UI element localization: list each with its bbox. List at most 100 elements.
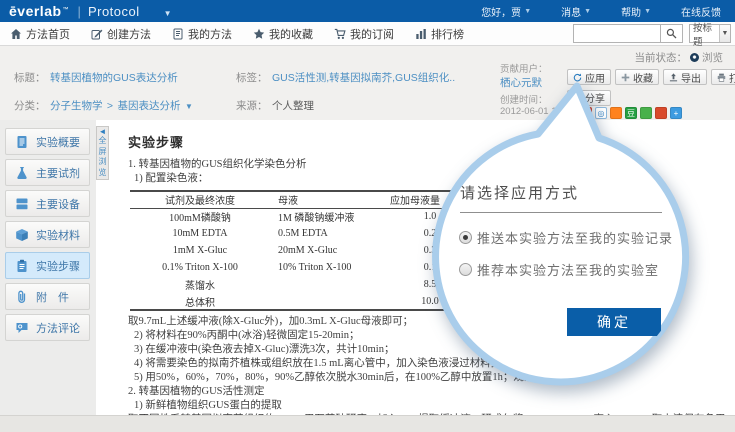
popup-title: 请选择应用方式 [460, 182, 579, 203]
logo-dropdown-icon[interactable]: ▼ [164, 9, 172, 18]
social-share-icons: ◎ 豆 + [565, 107, 682, 119]
category-child-link[interactable]: 基因表达分析 [118, 100, 181, 112]
sidebar-item-comments[interactable]: 方法评论 [5, 314, 90, 341]
favorite-button[interactable]: 收藏 [615, 69, 659, 85]
search-button[interactable] [661, 24, 683, 43]
contributor-block: 贡献用户： 栖心元默 [500, 61, 548, 90]
menu-item-star[interactable]: 我的收藏 [253, 26, 313, 42]
menu-item-subscribe[interactable]: 我的订阅 [334, 26, 394, 42]
reagent-table: 试剂及最终浓度母液应加母液量（mL）100mM磷酸钠1M 磷酸钠缓冲液1.010… [130, 190, 478, 311]
apply-option-2[interactable]: 推荐本实验方法至我的实验室 [459, 260, 659, 279]
app-logo[interactable]: ēverlab ™ | Protocol ▼ [0, 3, 172, 19]
search-input[interactable] [573, 24, 661, 43]
sidebar-item-summary-doc[interactable]: 实验概要 [5, 128, 90, 155]
confirm-button[interactable]: 确定 [567, 308, 661, 336]
menu-item-ranking[interactable]: 排行榜 [415, 26, 464, 42]
search-filter-value: 按标题 [690, 20, 719, 48]
apply-button[interactable]: 应用 [567, 69, 611, 85]
option-label: 推荐本实验方法至我的实验室 [477, 260, 659, 279]
top-nav-item-3[interactable]: 在线反馈 [681, 4, 721, 19]
apply-option-1[interactable]: 推送本实验方法至我的实验记录 [459, 228, 673, 247]
step-paragraph: 2. 转基因植物的GUS活性测定 [128, 385, 725, 399]
table-row: 0.1% Triton X-10010% Triton X-1000.1 [130, 259, 478, 276]
sidebar-item-label: 实验材料 [36, 227, 80, 243]
menu-item-label: 排行榜 [431, 26, 464, 42]
sidebar-item-steps-clipboard[interactable]: 实验步骤 [5, 252, 90, 279]
protocol-title-link[interactable]: 转基因植物的GUS表达分析 [50, 72, 178, 84]
sidebar-item-equipment[interactable]: 主要设备 [5, 190, 90, 217]
sidebar-item-flask[interactable]: 主要试剂 [5, 159, 90, 186]
qzone-icon[interactable]: ◎ [595, 107, 607, 119]
menu-item-label: 创建方法 [107, 26, 151, 42]
export-label: 导出 [681, 70, 701, 85]
weibo-icon[interactable] [580, 107, 592, 119]
douban-icon[interactable]: 豆 [625, 107, 637, 119]
category-parent-link[interactable]: 分子生物学 [50, 100, 103, 112]
menu-item-label: 我的方法 [188, 26, 232, 42]
equipment-icon [15, 197, 29, 211]
menu-item-label: 我的订阅 [350, 26, 394, 42]
sidebar-item-attachment-clip[interactable]: 附 件 [5, 283, 90, 310]
category-expand-icon[interactable]: ▼ [185, 102, 193, 111]
browse-mode-icon [690, 53, 699, 62]
materials-box-icon [15, 228, 29, 242]
protocol-meta: 当前状态： 浏览 标题： 转基因植物的GUS表达分析 标签： GUS活性测,转基… [0, 46, 735, 120]
menu-item-home[interactable]: 方法首页 [10, 26, 70, 42]
sidebar-item-label: 实验概要 [36, 134, 80, 150]
contributor-link[interactable]: 栖心元默 [500, 75, 548, 90]
logo-divider: | [78, 4, 81, 19]
my-methods-icon [172, 28, 184, 40]
table-cell [270, 293, 382, 310]
sidebar-item-materials-box[interactable]: 实验材料 [5, 221, 90, 248]
more-share-icon[interactable]: + [670, 107, 682, 119]
step-paragraph: 取不同株系转基因拟南芥组织约0.1g，用石英砂研磨；加入1mL提取缓冲液，研成匀… [128, 413, 725, 415]
table-row: 100mM磷酸钠1M 磷酸钠缓冲液1.0 [130, 208, 478, 225]
category-label: 分类： [14, 100, 46, 112]
source-row: 来源： 个人整理 [236, 96, 314, 114]
export-button[interactable]: 导出 [663, 69, 707, 85]
table-row: 1mM X-Gluc20mM X-Gluc0.3 [130, 242, 478, 259]
steps-clipboard-icon [15, 259, 29, 273]
table-cell: 1M 磷酸钠缓冲液 [270, 208, 382, 225]
print-button[interactable]: 打印 [711, 69, 735, 85]
kaixin-icon[interactable] [640, 107, 652, 119]
radio-selected-icon[interactable] [459, 231, 472, 244]
logo-text: ēverlab [9, 3, 62, 19]
table-cell: 0.5M EDTA [270, 225, 382, 242]
top-nav-item-2[interactable]: 帮助▼ [621, 4, 651, 19]
menu-item-my-methods[interactable]: 我的方法 [172, 26, 232, 42]
chevron-down-icon: ▼ [524, 8, 531, 15]
search-filter-select[interactable]: 按标题 ▼ [689, 24, 731, 43]
share-button[interactable]: 分享 [567, 90, 611, 106]
search-area: 按标题 ▼ [573, 24, 731, 43]
comments-icon [15, 321, 29, 335]
fullscreen-toggle-tab[interactable]: ◄ 全屏浏览 [96, 126, 109, 180]
radio-unselected-icon[interactable] [459, 263, 472, 276]
step-paragraph: 1) 新鲜植物组织GUS蛋白的提取 [128, 399, 725, 413]
table-cell: 20mM X-Gluc [270, 242, 382, 259]
search-icon [666, 28, 677, 39]
tags-links[interactable]: GUS活性测,转基因拟南芥,GUS组织化.. [272, 72, 455, 84]
status-value: 浏览 [702, 50, 723, 65]
renren-icon[interactable] [565, 107, 577, 119]
ranking-icon [415, 28, 427, 40]
title-row: 标题： 转基因植物的GUS表达分析 [14, 68, 178, 86]
table-cell: 蒸馏水 [130, 276, 270, 293]
share-expand-icon [573, 93, 582, 102]
category-row: 分类： 分子生物学 > 基因表达分析 ▼ [14, 96, 193, 114]
top-nav: 您好，贾▼ 消息▼ 帮助▼ 在线反馈 [451, 4, 735, 19]
table-header: 试剂及最终浓度 [130, 191, 270, 208]
top-nav-label: 在线反馈 [681, 4, 721, 19]
sidebar-item-label: 主要试剂 [36, 165, 80, 181]
attachment-clip-icon [15, 290, 29, 304]
top-nav-item-1[interactable]: 消息▼ [561, 4, 591, 19]
table-cell: 0.1% Triton X-100 [130, 259, 270, 276]
logo-trademark: ™ [63, 7, 69, 13]
taobao-icon[interactable] [610, 107, 622, 119]
menu-item-create[interactable]: 创建方法 [91, 26, 151, 42]
top-nav-item-0[interactable]: 您好，贾▼ [481, 4, 531, 19]
tags-row: 标签： GUS活性测,转基因拟南芥,GUS组织化.. [236, 68, 455, 86]
baidu-icon[interactable] [655, 107, 667, 119]
apply-mode-popup: 请选择应用方式 推送本实验方法至我的实验记录推荐本实验方法至我的实验室 确定 [435, 132, 685, 382]
table-cell: 100mM磷酸钠 [130, 208, 270, 225]
